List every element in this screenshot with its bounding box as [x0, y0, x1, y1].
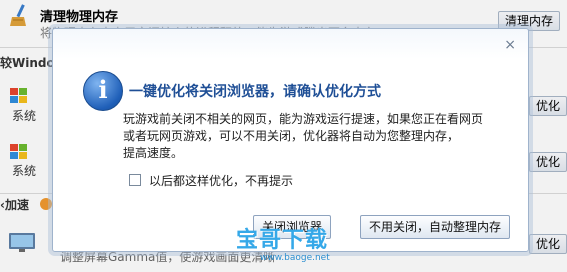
dont-ask-again-checkbox[interactable]: [129, 174, 141, 186]
info-icon: i: [83, 71, 123, 111]
dont-ask-again-label: 以后都这样优化，不再提示: [149, 174, 294, 188]
message-line: 或者玩网页游戏，可以不用关闭，优化器将自动为您整理内存，: [123, 129, 460, 143]
dialog-heading: 一键优化将关闭浏览器，请确认优化方式: [129, 84, 381, 100]
message-line: 提高速度。: [123, 146, 184, 160]
confirm-optimize-dialog: × i 一键优化将关闭浏览器，请确认优化方式 玩游戏前关闭不相关的网页，能为游戏…: [52, 28, 529, 252]
no-close-auto-clean-button[interactable]: 不用关闭，自动整理内存: [360, 215, 511, 239]
watermark-logo: 宝哥下载 www.baoge.net: [218, 222, 330, 270]
watermark-url: www.baoge.net: [260, 253, 330, 263]
dialog-message: 玩游戏前关闭不相关的网页，能为游戏运行提速，如果您正在看网页 或者玩网页游戏，可…: [123, 111, 508, 162]
close-icon[interactable]: ×: [504, 37, 516, 53]
message-line: 玩游戏前关闭不相关的网页，能为游戏运行提速，如果您正在看网页: [123, 112, 484, 126]
watermark-title: 宝哥下载: [236, 228, 329, 253]
